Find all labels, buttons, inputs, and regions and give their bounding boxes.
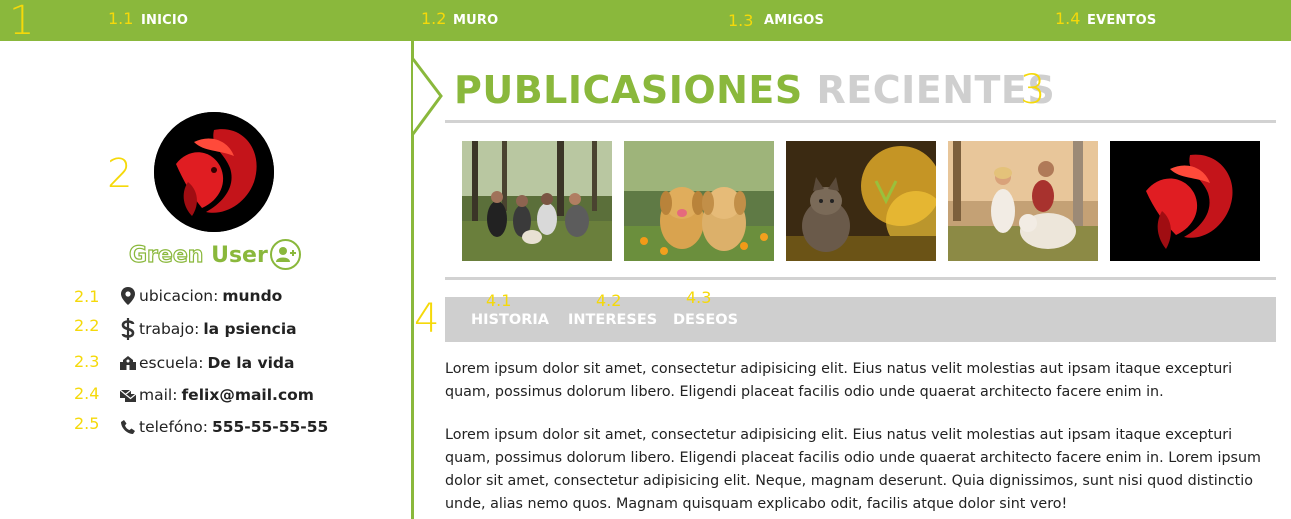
info-number: 2.4 [74, 384, 100, 403]
mail-icon [119, 388, 137, 402]
content-paragraph: Lorem ipsum dolor sit amet, consectetur … [445, 361, 1233, 400]
tab-number: 4.2 [596, 291, 622, 310]
section-marker-profile: 2 [107, 151, 133, 197]
info-number: 2.2 [74, 316, 100, 335]
tab-intereses[interactable]: INTERESES [568, 312, 657, 328]
info-number: 2.3 [74, 352, 100, 371]
title-part-1: PUBLICASIONES [454, 68, 803, 112]
section-marker-recent: 3 [1020, 67, 1046, 113]
info-label: mail: [139, 386, 178, 404]
info-number: 2.5 [74, 414, 100, 433]
photo-couple-with-dog[interactable] [948, 141, 1098, 261]
info-label: ubicacion: [139, 287, 219, 305]
school-icon [119, 356, 137, 370]
tab-number: 4.1 [486, 291, 512, 310]
info-location: ubicacion: mundo [119, 287, 282, 305]
arrow-notch-decoration [412, 58, 443, 135]
nav-number: 1.1 [108, 9, 134, 28]
nav-item-inicio[interactable]: INICIO [141, 13, 188, 28]
info-phone: telefóno: 555-55-55-55 [119, 418, 328, 436]
map-marker-icon [119, 287, 137, 305]
nav-item-muro[interactable]: MURO [453, 13, 498, 28]
info-value: 555-55-55-55 [211, 418, 329, 436]
info-value: la psiencia [203, 320, 297, 338]
phone-icon [119, 420, 137, 434]
photo-puppies[interactable] [624, 141, 774, 261]
info-value: felix@mail.com [181, 386, 314, 404]
username: Green User [128, 242, 268, 268]
info-mail: mail: felix@mail.com [119, 386, 314, 404]
info-number: 2.1 [74, 287, 100, 306]
add-friend-button[interactable] [270, 239, 301, 270]
add-user-icon [276, 247, 296, 262]
photo-friends-picnic[interactable] [462, 141, 612, 261]
info-label: escuela: [139, 354, 204, 372]
page-title: PUBLICASIONES RECIENTES [454, 68, 1055, 112]
username-first: Green [128, 242, 204, 268]
info-job: trabajo: la psiencia [119, 317, 297, 341]
content-paragraph: Lorem ipsum dolor sit amet, consectetur … [445, 427, 1261, 512]
divider [445, 120, 1276, 123]
betta-fish-image [154, 112, 274, 232]
divider [445, 277, 1276, 280]
nav-number: 1.3 [728, 11, 754, 30]
tab-number: 4.3 [686, 288, 712, 307]
dollar-icon [119, 317, 137, 341]
photo-red-betta-fish[interactable] [1110, 141, 1260, 261]
nav-item-eventos[interactable]: EVENTOS [1087, 13, 1156, 28]
info-value: mundo [222, 287, 283, 305]
username-last: User [211, 243, 268, 268]
section-marker-tabs: 4 [414, 296, 440, 342]
info-label: trabajo: [139, 320, 200, 338]
nav-number: 1.2 [421, 9, 447, 28]
tab-deseos[interactable]: DESEOS [673, 312, 738, 328]
tab-historia[interactable]: HISTORIA [471, 312, 549, 328]
nav-item-amigos[interactable]: AMIGOS [764, 13, 824, 28]
info-label: telefóno: [139, 418, 208, 436]
info-value: De la vida [207, 354, 295, 372]
avatar[interactable] [154, 112, 274, 232]
section-marker-nav: 1 [9, 0, 35, 44]
info-school: escuela: De la vida [119, 354, 294, 372]
nav-number: 1.4 [1055, 9, 1081, 28]
photo-cat-in-flowers[interactable] [786, 141, 936, 261]
